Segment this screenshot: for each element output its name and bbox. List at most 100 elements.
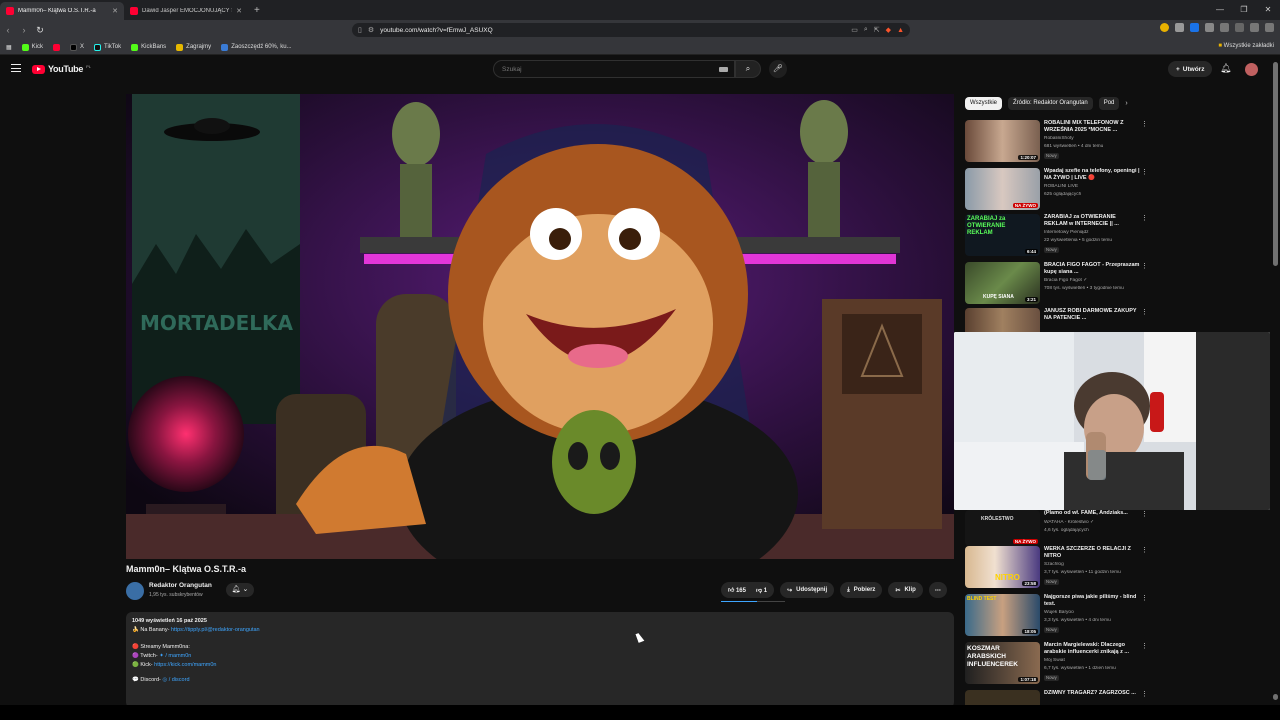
close-tab-icon[interactable]: ✕	[236, 7, 242, 15]
video-thumbnail[interactable]: ZARABIAJ za OTWIERANIE REKLAM 6:44	[965, 214, 1040, 256]
tipply-link[interactable]: https://tipply.pl/@redaktor-orangutan	[171, 627, 260, 633]
related-video[interactable]: BLIND TEST 18:05 Najgorsze piwa jakie pi…	[965, 594, 1148, 636]
related-video[interactable]: 1:20:07 ROBALINI MIX TELEFONÓW Z WRZEŚNI…	[965, 120, 1148, 162]
voice-search-button[interactable]: 🎤︎	[769, 60, 787, 78]
video-thumbnail[interactable]: KUPĘ SIANA 3:21	[965, 262, 1040, 304]
extension-icon[interactable]	[1160, 23, 1169, 32]
bookmark-kickbans[interactable]: KickBans	[131, 43, 166, 51]
video-thumbnail[interactable]	[965, 690, 1040, 705]
subscribed-bell-button[interactable]: 🔔︎ ⌄	[226, 583, 254, 597]
omnibox[interactable]: ▯ ⚙ youtube.com/watch?v=fEmwJ_ASUXQ ▭ ⌕ …	[352, 23, 910, 37]
bookmark-kick[interactable]: Kick	[21, 43, 43, 51]
kick-icon	[131, 43, 139, 51]
video-thumbnail[interactable]: BLIND TEST 18:05	[965, 594, 1040, 636]
video-thumbnail[interactable]: KOSZMAR ARABSKICH INFLUENCEREK 1:07:18	[965, 642, 1040, 684]
brave-shield-icon[interactable]: ◆	[886, 26, 891, 34]
like-button[interactable]: 👍︎ 165	[728, 586, 746, 594]
extensions-icon[interactable]	[1220, 23, 1229, 32]
more-options-icon[interactable]: ⋮	[1141, 120, 1148, 128]
chevron-right-icon[interactable]: ›	[1125, 97, 1127, 110]
more-options-icon[interactable]: ⋮	[1141, 308, 1145, 316]
related-video[interactable]: KUPĘ SIANA 3:21 BRACIA FIGO FAGOT - Prze…	[965, 262, 1148, 304]
more-options-icon[interactable]: ⋮	[1141, 214, 1148, 222]
video-player[interactable]: MORTADELKA	[126, 94, 954, 559]
bookmark-deal[interactable]: Zaoszczędź 60%, ku...	[221, 43, 292, 51]
more-options-icon[interactable]: ⋮	[1141, 262, 1148, 270]
playlist-icon[interactable]	[1250, 23, 1259, 32]
related-video[interactable]: NA ŻYWO Wpadaj szefie na telefony, openi…	[965, 168, 1148, 210]
site-info-icon[interactable]: ⚙	[368, 26, 374, 34]
video-thumbnail[interactable]: NITRO 23:58	[965, 546, 1040, 588]
url-text[interactable]: youtube.com/watch?v=fEmwJ_ASUXQ	[380, 27, 845, 34]
reload-icon[interactable]: ↻	[32, 25, 48, 36]
cast-icon[interactable]: ▭	[851, 26, 858, 34]
browser-tab-active[interactable]: Mamm0n– Klątwa O.S.T.R.-a ✕	[0, 2, 124, 20]
discord-link[interactable]: ◎ / discord	[162, 677, 189, 683]
share-icon[interactable]: ⇱	[874, 26, 880, 34]
kick-link[interactable]: https://kick.com/mamm0n	[154, 662, 216, 668]
back-icon[interactable]: ‹	[0, 25, 16, 35]
twitch-link[interactable]: ✦ / mamm0n	[159, 653, 191, 659]
bookmark-youtube[interactable]	[53, 43, 61, 51]
related-video[interactable]: DZIWNY TRAGARZ? ZAGRZOŚĆ ... ⋮	[965, 690, 1145, 705]
close-tab-icon[interactable]: ✕	[112, 7, 118, 15]
chip-source[interactable]: Źródło: Redaktor Orangutan	[1008, 97, 1093, 110]
account-avatar[interactable]	[1245, 63, 1258, 76]
extension-icon[interactable]	[1175, 23, 1184, 32]
forward-icon[interactable]: ›	[16, 25, 32, 35]
related-video[interactable]: KOSZMAR ARABSKICH INFLUENCEREK 1:07:18 M…	[965, 642, 1148, 684]
new-tab-icon[interactable]: +	[248, 2, 266, 20]
extension-icon[interactable]	[1205, 23, 1214, 32]
bookmark-x[interactable]: X	[70, 43, 84, 51]
bottom-edge	[0, 705, 1280, 720]
menu-icon[interactable]	[1265, 23, 1274, 32]
related-video[interactable]: ZARABIAJ za OTWIERANIE REKLAM 6:44 ZARAB…	[965, 214, 1148, 256]
brave-rewards-icon[interactable]: ▲	[897, 27, 904, 34]
chip-all[interactable]: Wszystkie	[965, 97, 1002, 110]
video-thumbnail[interactable]: NA ŻYWO	[965, 168, 1040, 210]
more-options-icon[interactable]: ⋮	[1141, 642, 1148, 650]
notifications-bell-icon[interactable]: 🔔︎	[1220, 63, 1231, 74]
mortadelka-sign: MORTADELKA	[140, 311, 293, 335]
zoom-icon[interactable]: ⌕	[864, 26, 868, 34]
channel-avatar[interactable]	[126, 582, 144, 600]
search-button[interactable]: ⌕	[735, 60, 761, 78]
share-button[interactable]: ↪ Udostępnij	[780, 582, 835, 598]
search-input[interactable]: Szukaj	[493, 60, 735, 78]
more-options-icon[interactable]: ⋮	[1141, 594, 1148, 602]
related-video[interactable]: NITRO 23:58 WERKA SZCZERZE O RELACJI Z N…	[965, 546, 1148, 588]
browser-tab[interactable]: Dawid Jasper EMOCJONUJĄCY STUM ✕	[124, 2, 248, 20]
more-options-icon[interactable]: ⋮	[1141, 546, 1148, 554]
related-video[interactable]: KRÓLESTWO NA ŻYWO (Plamo od wł. FAME, An…	[965, 510, 1148, 546]
download-button[interactable]: ⤓ Pobierz	[840, 582, 883, 598]
dislike-button[interactable]: 👎︎ 1	[756, 586, 767, 594]
minimize-icon[interactable]: —	[1208, 0, 1232, 20]
video-thumbnail[interactable]: 1:20:07	[965, 120, 1040, 162]
chip-related[interactable]: Pod	[1098, 97, 1120, 110]
channel-name[interactable]: Redaktor Orangutan	[149, 582, 212, 589]
apps-icon[interactable]: ▦	[6, 44, 12, 51]
sidebar-icon[interactable]	[1235, 23, 1244, 32]
bookmark-icon[interactable]: ▯	[358, 26, 362, 34]
more-options-icon[interactable]: ⋮	[1141, 510, 1148, 518]
video-thumbnail[interactable]: KRÓLESTWO NA ŻYWO	[965, 510, 1040, 546]
bookmark-tiktok[interactable]: TikTok	[94, 43, 121, 51]
page-scrollbar[interactable]	[1273, 62, 1278, 266]
clip-button[interactable]: ✂ Klip	[888, 582, 923, 598]
all-bookmarks[interactable]: ■ Wszystkie zakładki	[1218, 43, 1274, 49]
more-actions-button[interactable]: ⋯	[928, 582, 947, 598]
hamburger-menu-icon[interactable]	[11, 64, 21, 72]
extension-icon[interactable]	[1190, 23, 1199, 32]
video-thumbnail[interactable]	[965, 308, 1040, 332]
related-video[interactable]: JANUSZ ROBI DARMOWE ZAKUPY NA PATENCIE .…	[965, 308, 1145, 332]
video-description[interactable]: 1049 wyświetleń 16 paź 2025 🍌 Na Banany-…	[126, 612, 954, 708]
window-close-icon[interactable]: ✕	[1256, 0, 1280, 20]
more-options-icon[interactable]: ⋮	[1141, 690, 1145, 698]
maximize-icon[interactable]: ❐	[1232, 0, 1256, 20]
create-button[interactable]: + Utwórz	[1168, 61, 1213, 77]
more-options-icon[interactable]: ⋮	[1141, 168, 1148, 176]
keyboard-icon[interactable]	[719, 66, 728, 72]
youtube-logo[interactable]: YouTube PL	[32, 64, 91, 74]
bookmark-zagrajmy[interactable]: Zagrajmy	[176, 43, 211, 51]
page-scrollbar-bottom[interactable]	[1273, 694, 1278, 700]
